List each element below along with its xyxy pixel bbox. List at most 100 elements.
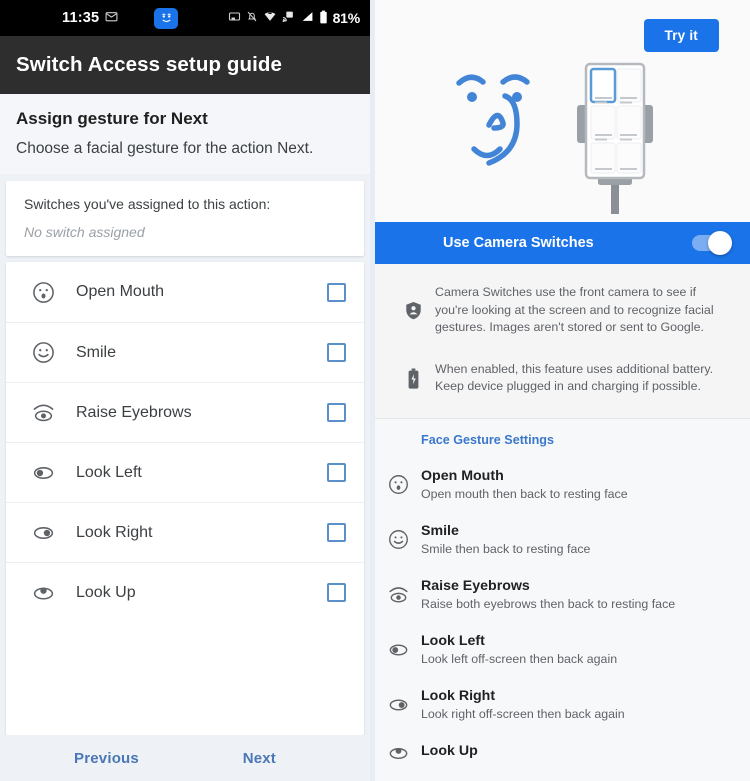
- face-illustration: [447, 57, 562, 187]
- setting-body: Open Mouth Open mouth then back to resti…: [421, 468, 734, 501]
- assigned-switches-value: No switch assigned: [24, 224, 145, 240]
- gesture-row-look-up[interactable]: Look Up: [6, 562, 364, 622]
- gesture-label: Look Left: [76, 463, 142, 481]
- status-bar-center: [154, 7, 179, 29]
- gesture-row-look-right[interactable]: Look Right: [6, 502, 364, 562]
- battery-icon: [319, 10, 328, 27]
- setting-body: Look Up: [421, 743, 734, 762]
- app-bar: Switch Access setup guide: [0, 36, 370, 94]
- gesture-row-look-left[interactable]: Look Left: [6, 442, 364, 502]
- use-camera-switches-toggle[interactable]: [692, 231, 732, 255]
- setting-body: Raise Eyebrows Raise both eyebrows then …: [421, 578, 734, 611]
- info-row-battery: When enabled, this feature uses addition…: [391, 355, 734, 402]
- raise-eyebrows-eye-icon: [28, 401, 58, 424]
- assigned-switches-card: Switches you've assigned to this action:…: [6, 181, 364, 256]
- setting-body: Look Left Look left off-screen then back…: [421, 633, 734, 666]
- wifi-icon: [263, 10, 277, 26]
- hero-illustration-area: Try it: [375, 0, 750, 222]
- next-button[interactable]: Next: [243, 750, 276, 767]
- look-up-eye-icon: [28, 583, 58, 603]
- gesture-label: Look Up: [76, 583, 136, 601]
- gesture-checkbox[interactable]: [327, 403, 346, 422]
- assigned-switches-label: Switches you've assigned to this action:: [24, 196, 271, 212]
- setting-title: Look Right: [421, 688, 496, 705]
- setting-body: Look Right Look right off-screen then ba…: [421, 688, 734, 721]
- smile-face-icon: [375, 529, 421, 550]
- setting-row-smile[interactable]: Smile Smile then back to resting face: [375, 512, 750, 567]
- previous-button[interactable]: Previous: [74, 750, 139, 767]
- assigned-switches-box: Switches you've assigned to this action:…: [6, 181, 364, 256]
- notifications-off-icon: [246, 10, 258, 26]
- raise-eyebrows-eye-icon: [375, 584, 421, 605]
- screenshot-icon: [228, 10, 241, 26]
- look-right-eye-icon: [375, 696, 421, 714]
- setting-title: Look Left: [421, 633, 485, 650]
- left-phone-panel: 11:35 81% Switch Access setup guide Assi…: [0, 0, 370, 781]
- info-text: Camera Switches use the front camera to …: [435, 285, 714, 335]
- setting-row-open-mouth[interactable]: Open Mouth Open mouth then back to resti…: [375, 457, 750, 512]
- gesture-row-smile[interactable]: Smile: [6, 322, 364, 382]
- open-mouth-face-icon: [28, 281, 58, 304]
- setting-subtitle: Open mouth then back to resting face: [421, 487, 628, 502]
- message-icon: [105, 10, 118, 26]
- gesture-row-open-mouth[interactable]: Open Mouth: [6, 262, 364, 322]
- setting-row-look-right[interactable]: Look Right Look right off-screen then ba…: [375, 677, 750, 732]
- privacy-shield-icon: [391, 301, 435, 320]
- setting-title: Smile: [421, 523, 459, 540]
- setting-row-look-left[interactable]: Look Left Look left off-screen then back…: [375, 622, 750, 677]
- right-phone-panel: Try it Use Camera Switches Camera Switch…: [375, 0, 750, 781]
- gesture-checkbox[interactable]: [327, 282, 346, 302]
- look-up-eye-icon: [375, 744, 421, 762]
- gesture-label: Raise Eyebrows: [76, 403, 192, 421]
- look-left-eye-icon: [28, 463, 58, 483]
- setting-row-look-up[interactable]: Look Up: [375, 732, 750, 773]
- setting-subtitle: Look right off-screen then back again: [421, 707, 625, 722]
- setting-title: Raise Eyebrows: [421, 578, 530, 595]
- setting-subtitle: Smile then back to resting face: [421, 542, 591, 557]
- use-camera-switches-label: Use Camera Switches: [443, 235, 594, 251]
- status-bar: 11:35 81%: [0, 0, 370, 36]
- face-gesture-settings-section: Face Gesture Settings Open Mouth Open mo…: [375, 419, 750, 781]
- try-it-button[interactable]: Try it: [643, 19, 719, 52]
- signal-icon: [300, 10, 314, 26]
- cast-icon: [282, 10, 295, 26]
- setting-title: Look Up: [421, 743, 478, 760]
- section-subtitle: Choose a facial gesture for the action N…: [16, 140, 314, 157]
- info-row-privacy: Camera Switches use the front camera to …: [391, 278, 734, 343]
- setting-row-raise-eyebrows[interactable]: Raise Eyebrows Raise both eyebrows then …: [375, 567, 750, 622]
- section-title: Assign gesture for Next: [16, 109, 208, 128]
- info-text: When enabled, this feature uses addition…: [435, 361, 714, 394]
- use-camera-switches-row[interactable]: Use Camera Switches: [375, 222, 750, 264]
- setting-subtitle: Raise both eyebrows then back to resting…: [421, 597, 676, 612]
- battery-percent-label: 81%: [332, 10, 361, 26]
- phone-on-stand-illustration: [565, 56, 665, 221]
- gesture-checkbox[interactable]: [327, 523, 346, 542]
- gesture-checkbox[interactable]: [327, 343, 346, 362]
- look-right-eye-icon: [28, 523, 58, 543]
- gesture-label: Open Mouth: [76, 283, 165, 300]
- page-title: Switch Access setup guide: [16, 53, 283, 76]
- status-bar-right: 81%: [228, 10, 360, 27]
- gesture-checkbox[interactable]: [327, 463, 346, 482]
- bottom-navigation: Previous Next: [0, 735, 370, 781]
- face-gesture-settings-title: Face Gesture Settings: [421, 433, 554, 448]
- status-bar-clock: 11:35: [62, 10, 100, 26]
- open-mouth-face-icon: [375, 474, 421, 495]
- section-header: Assign gesture for Next Choose a facial …: [0, 94, 370, 174]
- battery-charging-icon: [391, 368, 435, 389]
- smile-face-icon: [28, 341, 58, 364]
- gesture-list: Open Mouth Smile Raise Eyebrows Look Lef…: [6, 262, 364, 735]
- setting-subtitle: Look left off-screen then back again: [421, 652, 618, 667]
- gesture-row-raise-eyebrows[interactable]: Raise Eyebrows: [6, 382, 364, 442]
- camera-switches-face-icon: [154, 7, 179, 29]
- toggle-knob: [708, 231, 732, 255]
- gesture-label: Smile: [76, 343, 117, 361]
- info-card: Camera Switches use the front camera to …: [375, 264, 750, 420]
- status-bar-left: 11:35: [62, 10, 118, 26]
- gesture-checkbox[interactable]: [327, 583, 346, 602]
- setting-body: Smile Smile then back to resting face: [421, 523, 734, 556]
- gesture-label: Look Right: [76, 523, 153, 541]
- screenshot-root: 11:35 81% Switch Access setup guide Assi…: [0, 0, 750, 781]
- setting-title: Open Mouth: [421, 468, 504, 485]
- look-left-eye-icon: [375, 641, 421, 659]
